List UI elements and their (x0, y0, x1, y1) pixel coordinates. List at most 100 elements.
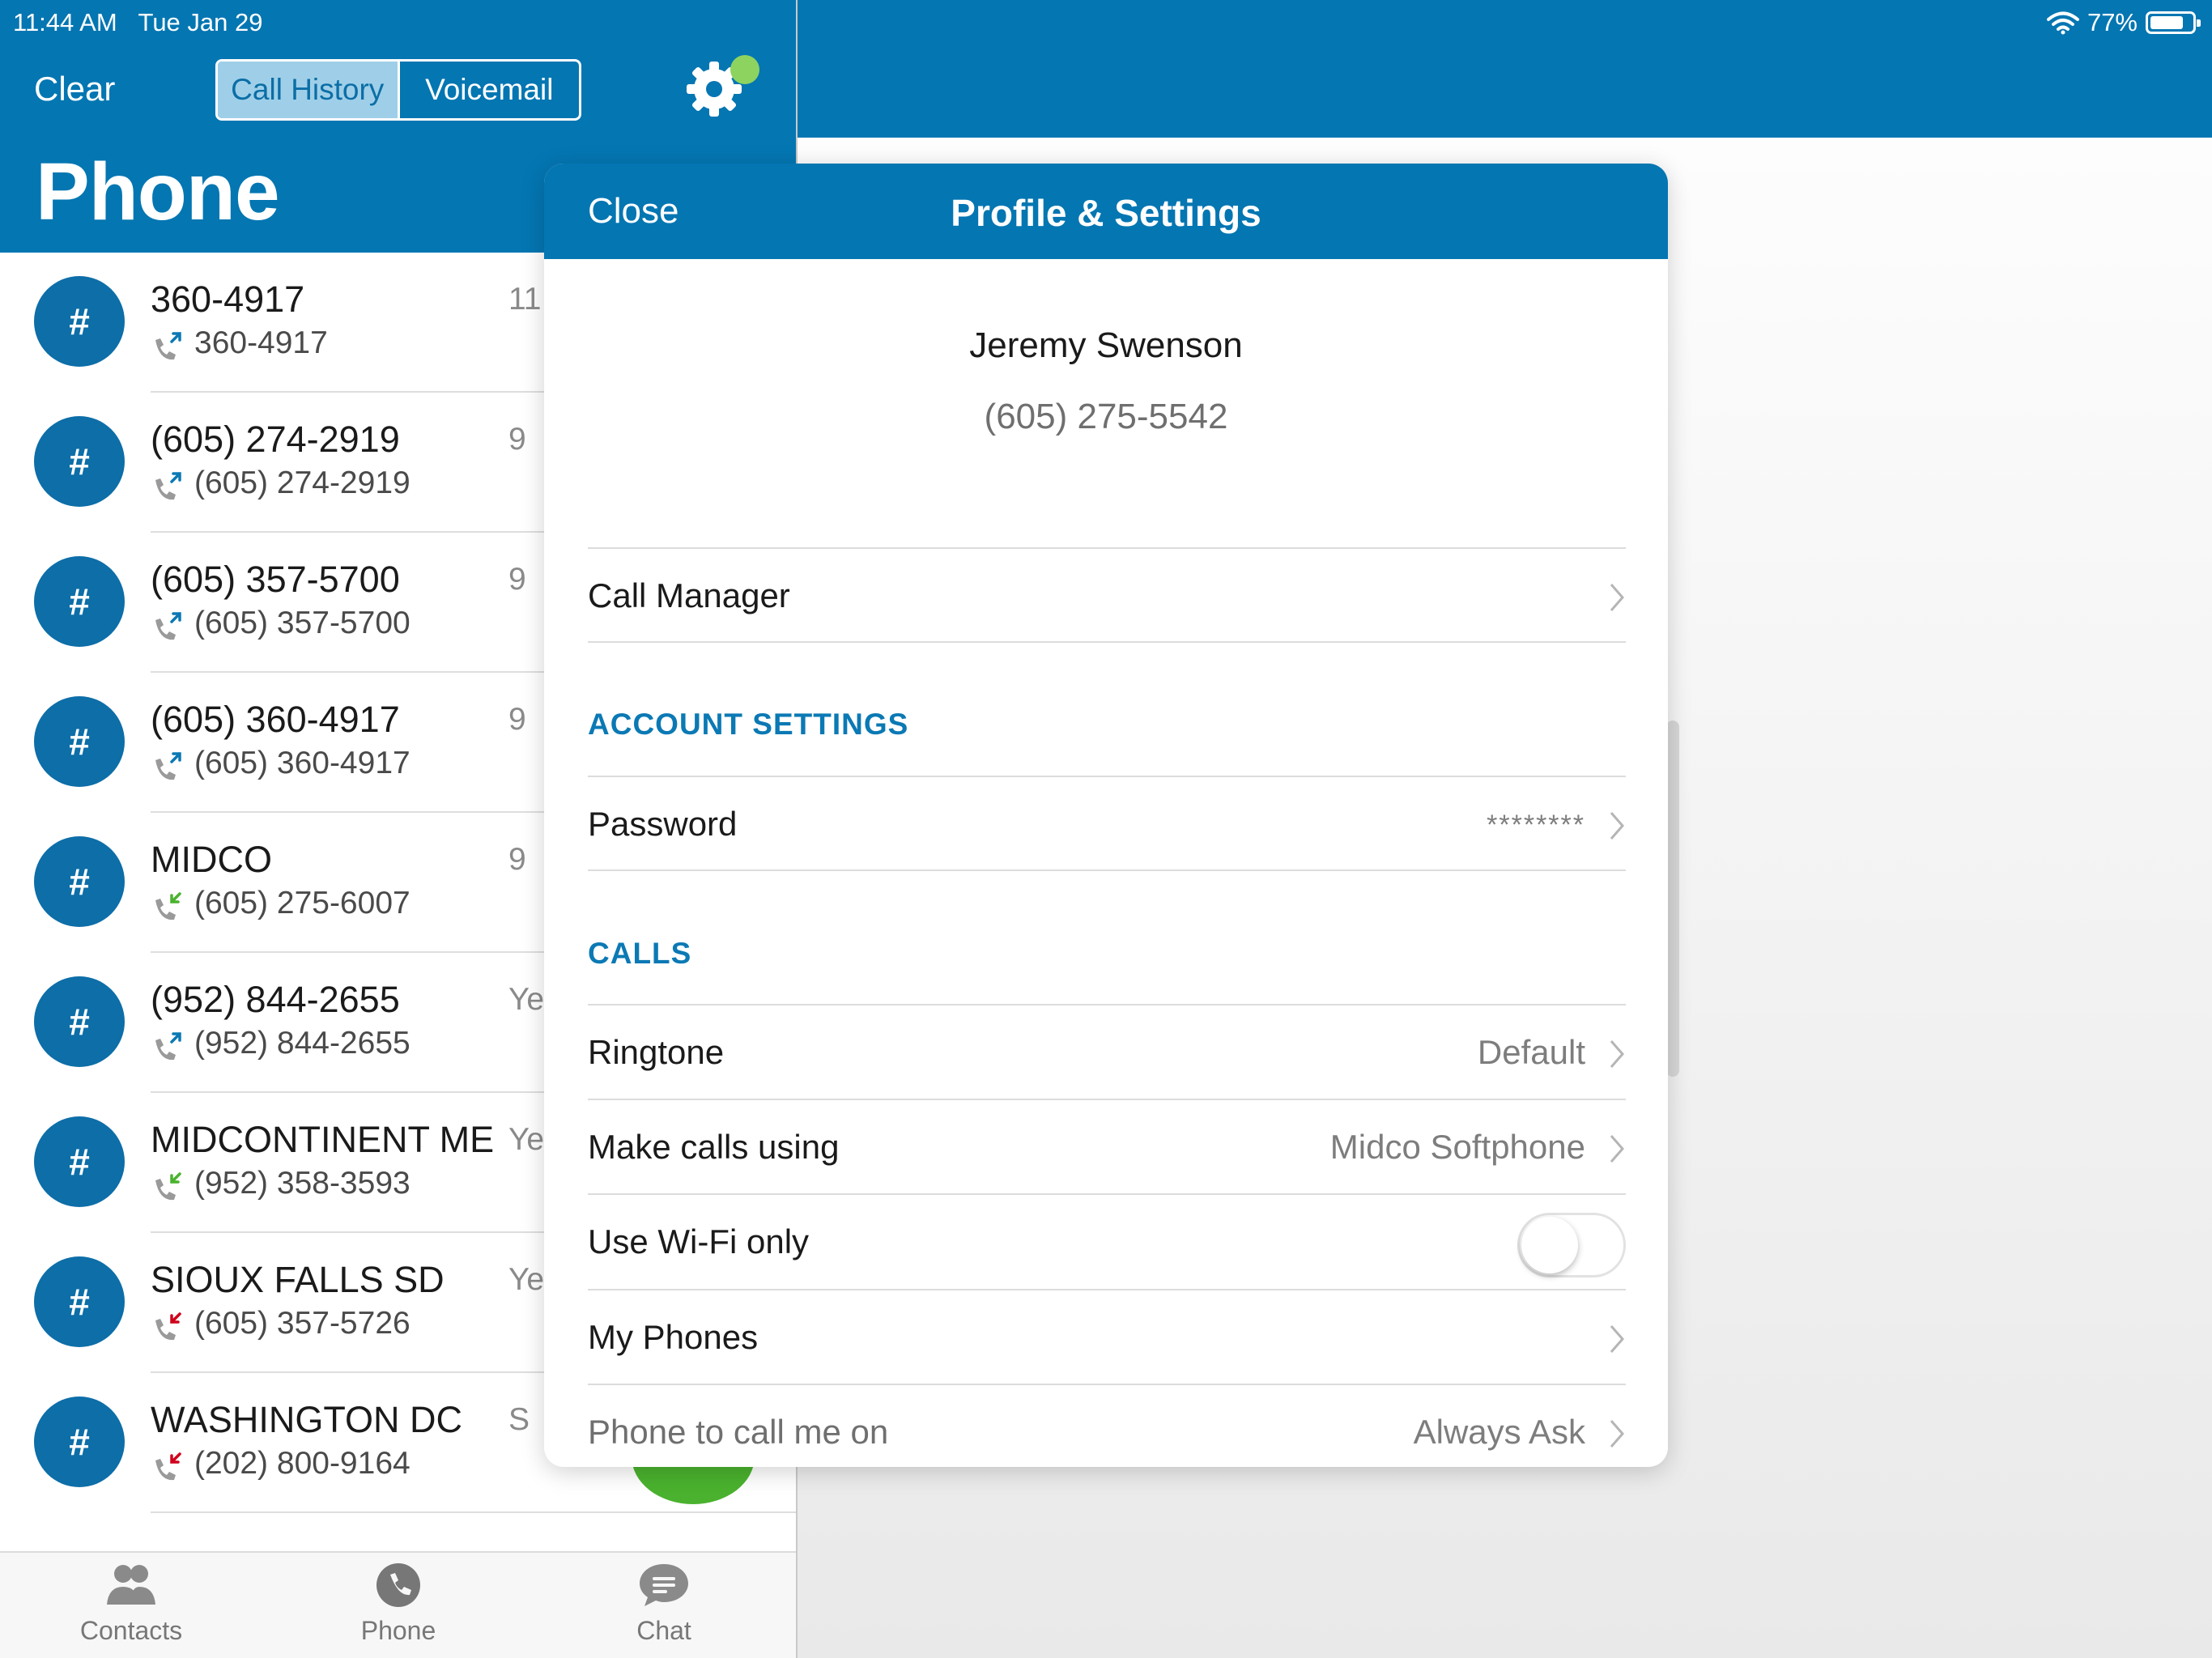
chevron-right-icon (1610, 812, 1624, 840)
call-time: Ye (508, 982, 545, 1017)
ringtone-row[interactable]: Ringtone Default (588, 1004, 1626, 1099)
caller-number: (952) 844-2655 (194, 1026, 410, 1061)
password-row[interactable]: Password ******** (588, 776, 1626, 871)
call-time: 9 (508, 422, 526, 457)
phone-icon (376, 1563, 420, 1607)
outgoing-call-icon (155, 752, 181, 780)
caller-number: (952) 358-3593 (194, 1166, 410, 1201)
call-manager-label: Call Manager (588, 576, 790, 614)
tab-bar: Contacts Phone Chat (0, 1551, 796, 1658)
call-time: 11 (508, 282, 542, 317)
wifi-only-toggle[interactable] (1517, 1213, 1626, 1278)
modal-title: Profile & Settings (951, 192, 1261, 234)
caller-name: 360-4917 (151, 278, 305, 320)
missed-call-icon (155, 1312, 181, 1341)
history-voicemail-segmented-control: Call History Voicemail (215, 59, 581, 121)
avatar: # (34, 976, 125, 1067)
avatar: # (34, 836, 125, 927)
make-calls-using-value: Midco Softphone (1329, 1128, 1585, 1166)
avatar: # (34, 416, 125, 507)
tab-phone[interactable]: Phone (301, 1562, 496, 1646)
clear-button[interactable]: Clear (34, 70, 115, 108)
ringtone-label: Ringtone (588, 1033, 725, 1071)
outgoing-call-icon (155, 332, 181, 360)
call-time: Ye (508, 1262, 545, 1297)
battery-icon (2146, 11, 2201, 34)
status-indicator-dot (730, 55, 759, 84)
caller-name: (605) 274-2919 (151, 419, 400, 460)
caller-number: 360-4917 (194, 325, 328, 360)
caller-name: SIOUX FALLS SD (151, 1259, 445, 1300)
tab-call-history[interactable]: Call History (218, 62, 398, 118)
avatar: # (34, 696, 125, 787)
profile-number: (605) 275-5542 (984, 397, 1228, 436)
status-bar-right: 77% (2046, 8, 2201, 37)
call-manager-row[interactable]: Call Manager (588, 547, 1626, 643)
chevron-right-icon (1610, 1325, 1624, 1353)
my-phones-label: My Phones (588, 1318, 759, 1356)
caller-number: (605) 275-6007 (194, 886, 410, 920)
chat-icon (640, 1564, 688, 1606)
status-date: Tue Jan 29 (138, 8, 263, 36)
make-calls-using-row[interactable]: Make calls using Midco Softphone (588, 1099, 1626, 1194)
call-time: 9 (508, 562, 526, 597)
status-time: 11:44 AM Tue Jan 29 (13, 8, 263, 36)
call-time: Ye (508, 1122, 545, 1157)
tab-chat[interactable]: Chat (567, 1562, 761, 1646)
caller-name: MIDCONTINENT ME (151, 1119, 495, 1160)
page-title: Phone (36, 147, 280, 237)
chevron-right-icon (1610, 1135, 1624, 1163)
tab-contacts[interactable]: Contacts (34, 1562, 228, 1646)
modal-header: Close Profile & Settings (544, 164, 1668, 259)
caller-name: WASHINGTON DC (151, 1399, 463, 1440)
password-value: ******** (1487, 810, 1585, 840)
avatar: # (34, 1397, 125, 1487)
scrollbar[interactable] (1666, 721, 1679, 1077)
chevron-right-icon (1610, 1420, 1624, 1448)
caller-name: (952) 844-2655 (151, 979, 400, 1020)
profile-settings-modal: Close Profile & Settings Jeremy Swenson … (544, 164, 1668, 1467)
caller-number: (605) 357-5726 (194, 1306, 410, 1341)
call-time: 9 (508, 702, 526, 737)
phone-to-call-me-on-row[interactable]: Phone to call me on Always Ask (588, 1384, 1626, 1467)
chevron-right-icon (1610, 584, 1624, 611)
chevron-right-icon (1610, 1040, 1624, 1068)
outgoing-call-icon (155, 1032, 181, 1061)
caller-name: (605) 360-4917 (151, 699, 400, 740)
wifi-only-label: Use Wi-Fi only (588, 1222, 810, 1261)
avatar: # (34, 556, 125, 647)
caller-number: (605) 360-4917 (194, 746, 410, 780)
caller-name: (605) 357-5700 (151, 559, 400, 600)
outgoing-call-icon (155, 472, 181, 500)
caller-name: MIDCO (151, 839, 272, 880)
incoming-call-icon (155, 892, 181, 920)
ringtone-value: Default (1477, 1033, 1585, 1071)
calls-heading: CALLS (588, 937, 692, 970)
account-settings-heading: ACCOUNT SETTINGS (588, 708, 909, 741)
profile-name: Jeremy Swenson (969, 325, 1243, 365)
wifi-only-row: Use Wi-Fi only (588, 1193, 1626, 1289)
caller-number: (605) 357-5700 (194, 606, 410, 640)
caller-number: (202) 800-9164 (194, 1446, 410, 1481)
missed-call-icon (155, 1452, 181, 1481)
wifi-icon (2046, 11, 2079, 35)
avatar: # (34, 276, 125, 367)
incoming-call-icon (155, 1172, 181, 1201)
detail-pane-header (798, 0, 2212, 138)
phone-to-call-me-on-label: Phone to call me on (588, 1413, 889, 1451)
tab-contacts-label: Contacts (79, 1616, 183, 1645)
caller-number: (605) 274-2919 (194, 466, 410, 500)
outgoing-call-icon (155, 612, 181, 640)
avatar: # (34, 1116, 125, 1207)
my-phones-row[interactable]: My Phones (588, 1289, 1626, 1384)
tab-phone-label: Phone (360, 1616, 436, 1645)
password-label: Password (588, 805, 738, 843)
avatar: # (34, 1256, 125, 1347)
battery-percent: 77% (2087, 8, 2138, 36)
tab-voicemail[interactable]: Voicemail (397, 62, 580, 118)
call-time: S (508, 1402, 530, 1437)
tab-chat-label: Chat (636, 1616, 691, 1645)
phone-to-call-me-on-value: Always Ask (1413, 1413, 1585, 1451)
row-divider (151, 1511, 796, 1513)
make-calls-using-label: Make calls using (588, 1128, 840, 1166)
